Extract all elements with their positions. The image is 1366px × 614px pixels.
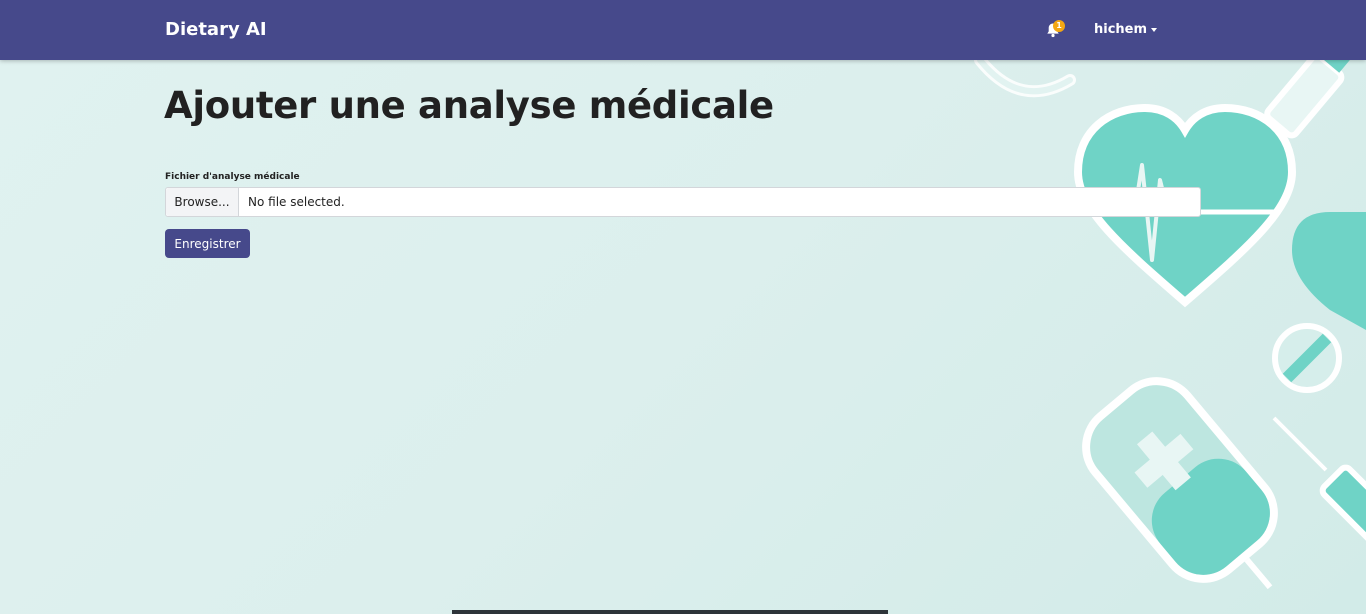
file-status-text: No file selected. xyxy=(248,195,345,209)
caret-down-icon xyxy=(1151,27,1158,32)
browse-button[interactable]: Browse... xyxy=(166,188,239,216)
notification-count-badge: 1 xyxy=(1053,20,1065,32)
medical-file-input[interactable]: Browse... No file selected. xyxy=(165,187,1201,217)
user-menu-dropdown[interactable]: hichem xyxy=(1094,22,1158,37)
brand-logo[interactable]: Dietary AI xyxy=(165,19,267,40)
page-title: Ajouter une analyse médicale xyxy=(164,84,774,127)
save-button[interactable]: Enregistrer xyxy=(165,229,250,258)
medicine-bottle-shape xyxy=(1082,377,1278,590)
file-field-label: Fichier d'analyse médicale xyxy=(165,172,300,182)
top-navbar: Dietary AI 1 hichem xyxy=(0,0,1366,60)
ring-shape xyxy=(974,60,1076,98)
pill-shape xyxy=(1272,323,1342,393)
syringe-bottom-shape xyxy=(1272,416,1366,548)
user-name: hichem xyxy=(1094,22,1148,37)
capsule-shape xyxy=(1292,212,1366,330)
bottom-bar xyxy=(452,610,888,614)
medical-decoration-illustration xyxy=(974,60,1366,590)
